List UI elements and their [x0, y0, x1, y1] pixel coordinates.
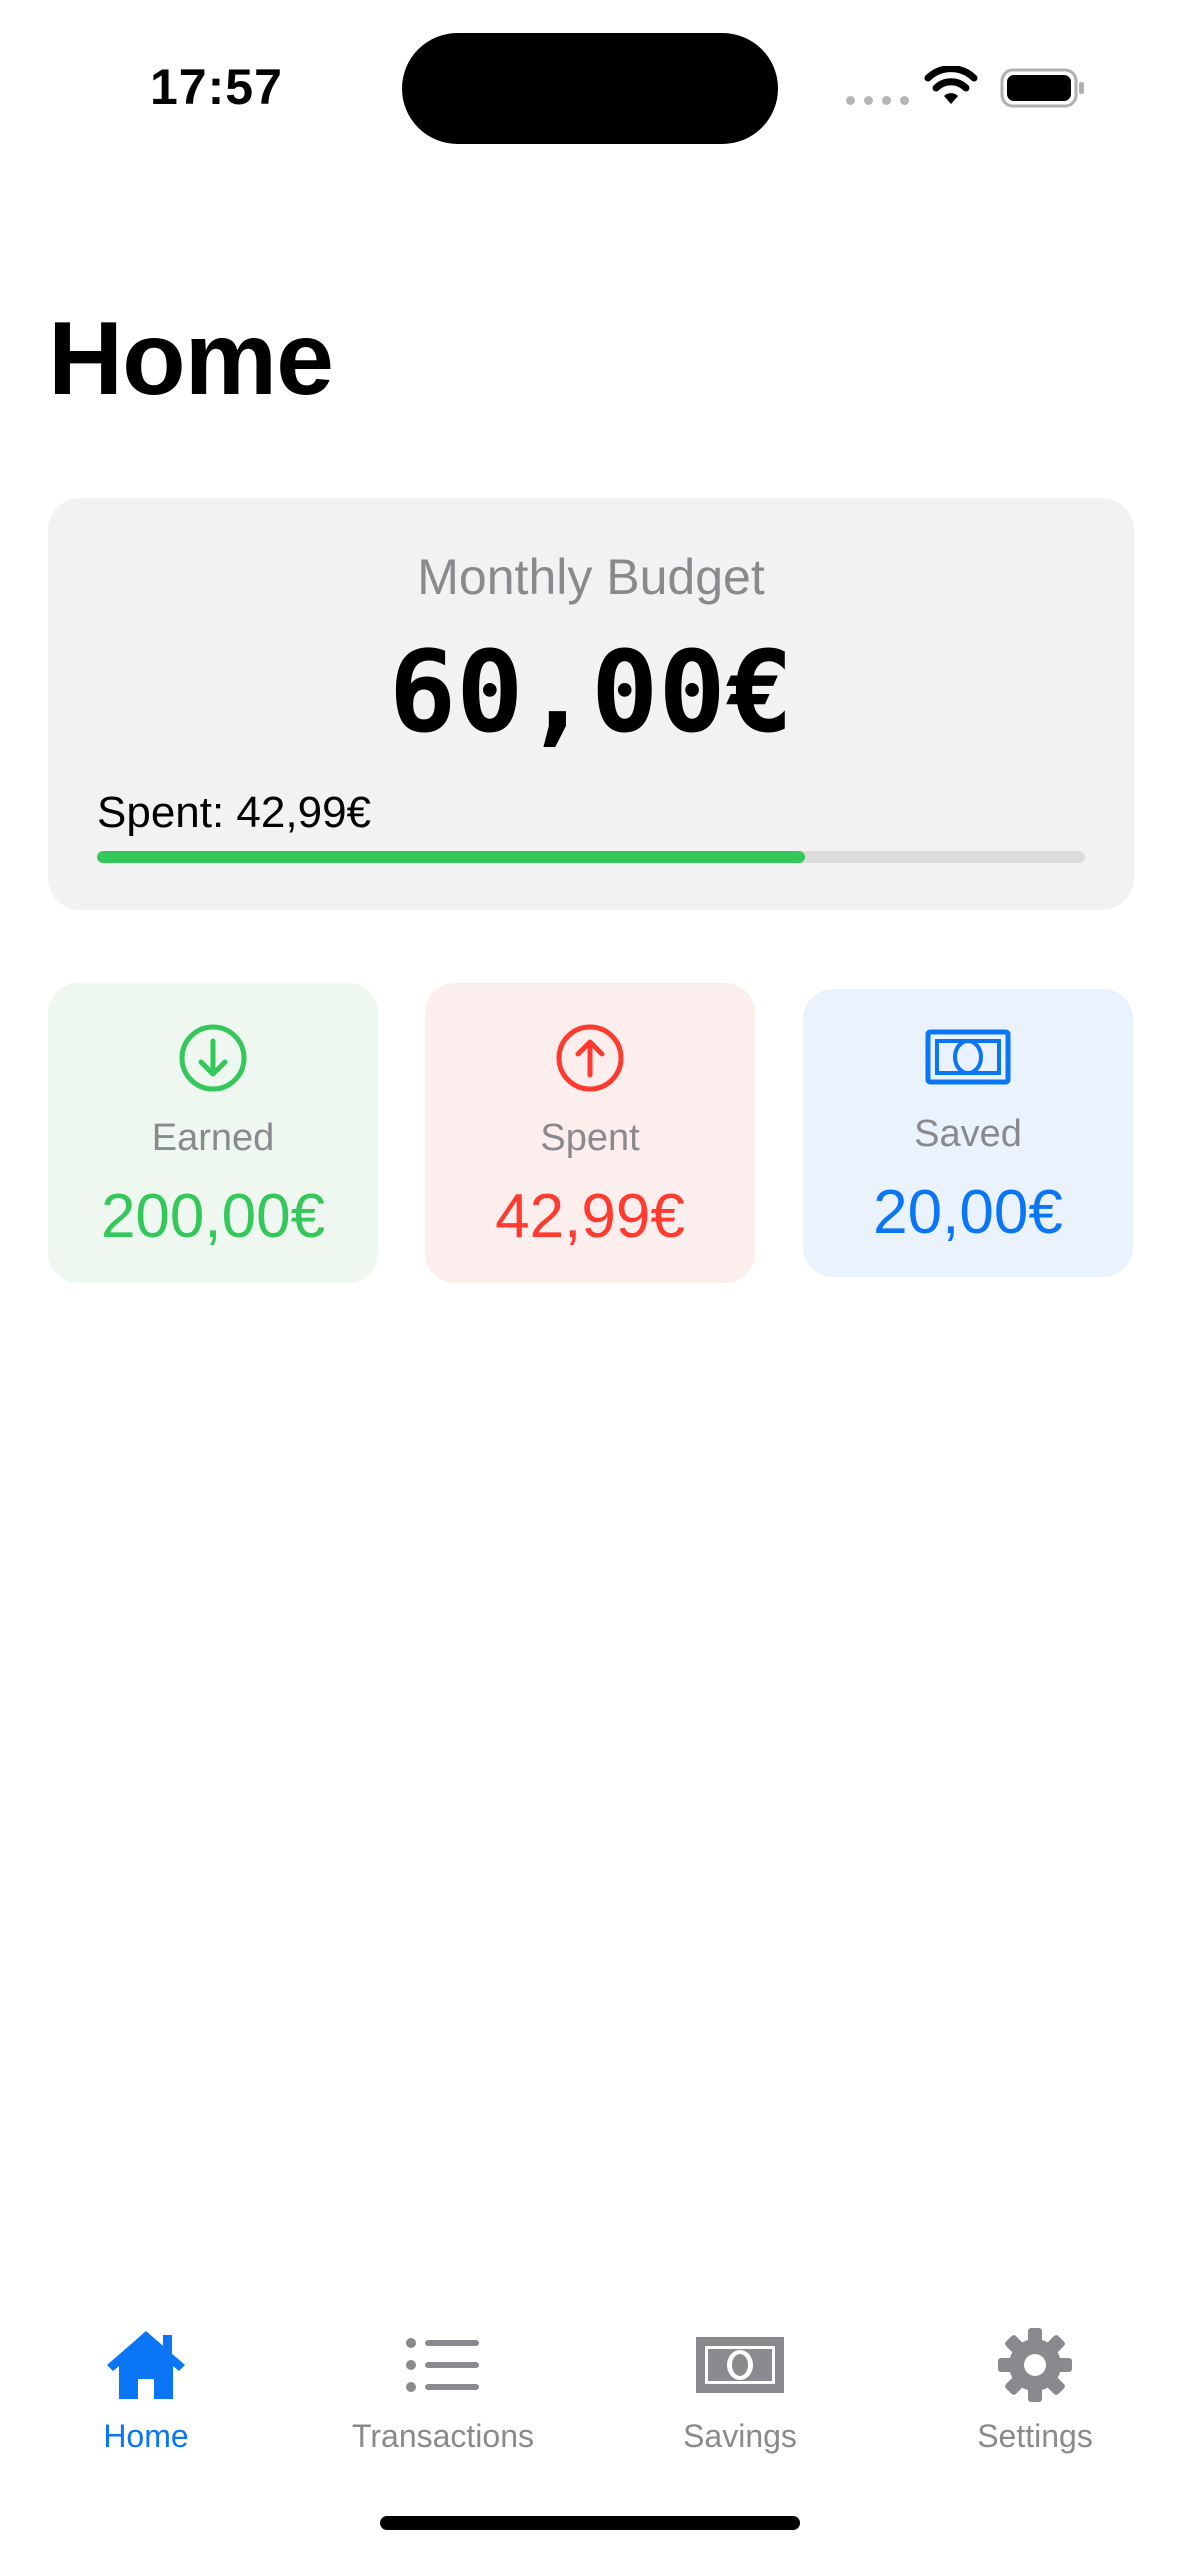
arrow-up-circle-icon	[425, 1023, 755, 1093]
spent-card[interactable]: Spent 42,99€	[425, 983, 755, 1283]
budget-progress-fill	[97, 851, 805, 863]
saved-value: 20,00€	[873, 1178, 1063, 1247]
tab-settings[interactable]: Settings	[905, 2320, 1165, 2455]
monthly-budget-card: Monthly Budget 60,00€ Spent: 42,99€	[48, 498, 1134, 910]
saved-card[interactable]: Saved 20,00€	[803, 989, 1133, 1277]
spent-summary: Spent: 42,99€	[97, 788, 372, 837]
home-indicator[interactable]	[380, 2516, 800, 2530]
list-icon	[313, 2320, 573, 2410]
earned-label: Earned	[151, 1117, 275, 1159]
gear-icon	[905, 2320, 1165, 2410]
house-icon	[16, 2320, 276, 2410]
tab-transactions-label: Transactions	[352, 2418, 534, 2454]
tab-savings-label: Savings	[683, 2418, 797, 2454]
earned-value: 200,00€	[100, 1182, 326, 1251]
spent-label: Spent	[540, 1117, 640, 1159]
cellular-signal-icon	[846, 96, 909, 105]
wifi-icon	[924, 66, 978, 104]
battery-icon	[1000, 68, 1084, 108]
saved-label: Saved	[914, 1113, 1022, 1155]
status-time: 17:57	[150, 59, 283, 115]
budget-progress-bar	[97, 851, 1085, 863]
spent-value: 42,99€	[495, 1182, 685, 1251]
earned-card[interactable]: Earned 200,00€	[48, 983, 378, 1283]
page-title: Home	[48, 301, 334, 417]
banknote-icon	[610, 2320, 870, 2410]
tab-transactions[interactable]: Transactions	[313, 2320, 573, 2455]
dynamic-island	[402, 33, 778, 144]
banknote-icon	[803, 1029, 1133, 1085]
tab-savings[interactable]: Savings	[610, 2320, 870, 2455]
tab-home[interactable]: Home	[16, 2320, 276, 2455]
arrow-down-circle-icon	[48, 1023, 378, 1093]
tab-settings-label: Settings	[977, 2418, 1093, 2454]
tab-home-label: Home	[103, 2418, 189, 2454]
budget-amount: 60,00€	[388, 628, 794, 758]
budget-title: Monthly Budget	[417, 549, 765, 605]
